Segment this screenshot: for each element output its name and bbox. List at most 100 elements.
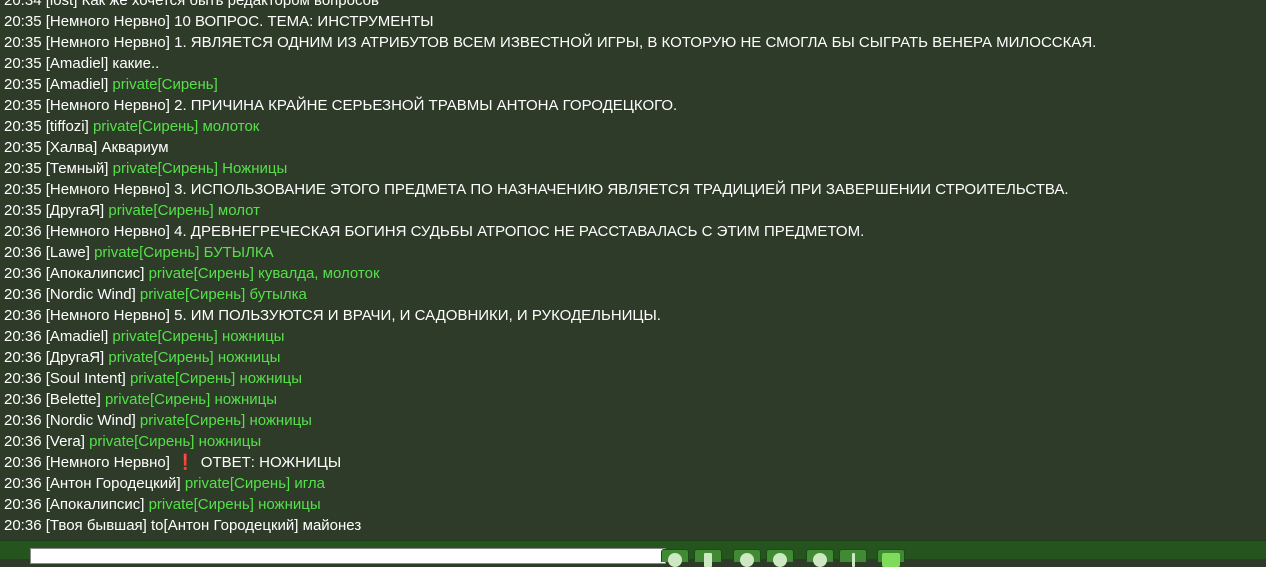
message-nick[interactable]: [Amadiel]: [46, 76, 109, 93]
message-time: 20:35: [4, 181, 42, 198]
chat-message: 20:36 [Belette] private[Сирень] ножницы: [0, 389, 1266, 410]
smiley-button[interactable]: [661, 549, 689, 567]
message-private: private[Сирень] ножницы: [89, 433, 262, 450]
message-nick[interactable]: [Soul Intent]: [46, 370, 126, 387]
refresh-button[interactable]: [766, 549, 794, 567]
chat-message: 20:36 [Немного Нервно] 5. ИМ ПОЛЬЗУЮТСЯ …: [0, 305, 1266, 326]
chat-message: 20:36 [Nordic Wind] private[Сирень] ножн…: [0, 410, 1266, 431]
message-nick[interactable]: [Lawe]: [46, 244, 90, 261]
message-nick[interactable]: [Немного Нервно]: [46, 223, 170, 240]
message-private: private[Сирень] ножницы: [148, 496, 321, 513]
message-time: 20:36: [4, 286, 42, 303]
message-text: какие..: [112, 55, 160, 72]
message-time: 20:36: [4, 328, 42, 345]
globe-icon: [740, 553, 754, 567]
message-private: private[Сирень] ножницы: [129, 370, 302, 387]
message-text: ОТВЕТ: НОЖНИЦЫ: [200, 454, 342, 471]
message-private: private[Сирень] БУТЫЛКА: [94, 244, 274, 261]
message-private: private[Сирень] молоток: [92, 118, 260, 135]
message-time: 20:36: [4, 244, 42, 261]
info-icon: [852, 553, 855, 567]
message-private: private[Сирень] Ножницы: [112, 160, 288, 177]
chat-message: 20:35 [Немного Нервно] 10 ВОПРОС. ТЕМА: …: [0, 11, 1266, 32]
message-recipient[interactable]: to[Антон Городецкий]: [151, 517, 298, 534]
message-time: 20:36: [4, 223, 42, 240]
message-nick[interactable]: [Халва]: [46, 139, 98, 156]
message-nick[interactable]: [Nordic Wind]: [46, 412, 136, 429]
message-nick[interactable]: [Nordic Wind]: [46, 286, 136, 303]
message-nick[interactable]: [Vera]: [46, 433, 85, 450]
chat-message: 20:35 [Немного Нервно] 2. ПРИЧИНА КРАЙНЕ…: [0, 95, 1266, 116]
message-time: 20:36: [4, 307, 42, 324]
message-nick[interactable]: [Немного Нервно]: [46, 181, 170, 198]
message-time: 20:35: [4, 13, 42, 30]
message-nick[interactable]: [Немного Нервно]: [46, 307, 170, 324]
message-nick[interactable]: [Немного Нервно]: [46, 13, 170, 30]
message-text: майонез: [302, 517, 362, 534]
message-nick[interactable]: [Апокалипсис]: [46, 496, 145, 513]
message-text: 5. ИМ ПОЛЬЗУЮТСЯ И ВРАЧИ, И САДОВНИКИ, И…: [174, 307, 661, 324]
chat-message: 20:36 [Немного Нервно] ❗ ОТВЕТ: НОЖНИЦЫ: [0, 452, 1266, 473]
message-time: 20:35: [4, 97, 42, 114]
chat-message: 20:36 [Soul Intent] private[Сирень] ножн…: [0, 368, 1266, 389]
chat-message: 20:35 [Amadiel] какие..: [0, 53, 1266, 74]
chat-message: 20:36 [Антон Городецкий] private[Сирень]…: [0, 473, 1266, 494]
message-time: 20:36: [4, 412, 42, 429]
message-nick[interactable]: [Темный]: [46, 160, 109, 177]
message-time: 20:35: [4, 118, 42, 135]
message-time: 20:34: [4, 0, 42, 9]
message-time: 20:36: [4, 349, 42, 366]
message-nick[interactable]: [lost]: [46, 0, 78, 9]
document-button[interactable]: [694, 549, 722, 567]
message-private: private[Сирень] ножницы: [108, 349, 281, 366]
message-nick[interactable]: [tiffozi]: [46, 118, 89, 135]
chat-message: 20:35 [ДругаЯ] private[Сирень] молот: [0, 200, 1266, 221]
message-text: 1. ЯВЛЯЕТСЯ ОДНИМ ИЗ АТРИБУТОВ ВСЕМ ИЗВЕ…: [174, 34, 1097, 51]
message-private: private[Сирень] ножницы: [112, 328, 285, 345]
message-time: 20:36: [4, 517, 42, 534]
message-nick[interactable]: [Немного Нервно]: [46, 97, 170, 114]
signal-meter-icon: [882, 553, 900, 567]
message-time: 20:36: [4, 370, 42, 387]
message-nick[interactable]: [Апокалипсис]: [46, 265, 145, 282]
chat-message: 20:35 [Немного Нервно] 1. ЯВЛЯЕТСЯ ОДНИМ…: [0, 32, 1266, 53]
document-icon: [704, 553, 712, 567]
chat-message: 20:35 [Amadiel] private[Сирень]: [0, 74, 1266, 95]
lock-button[interactable]: [806, 549, 834, 567]
message-text: 2. ПРИЧИНА КРАЙНЕ СЕРЬЕЗНОЙ ТРАВМЫ АНТОН…: [174, 97, 678, 114]
message-text: Как же хочется быть редактором вопросов: [81, 0, 379, 9]
message-time: 20:36: [4, 475, 42, 492]
message-nick[interactable]: [Amadiel]: [46, 55, 109, 72]
message-private: private[Сирень] игла: [184, 475, 325, 492]
message-private: private[Сирень] кувалда, молоток: [148, 265, 380, 282]
message-nick[interactable]: [ДругаЯ]: [46, 349, 104, 366]
message-nick[interactable]: [ДругаЯ]: [46, 202, 104, 219]
message-nick[interactable]: [Антон Городецкий]: [46, 475, 181, 492]
message-private: private[Сирень] бутылка: [139, 286, 307, 303]
message-time: 20:35: [4, 76, 42, 93]
globe-button[interactable]: [733, 549, 761, 567]
chat-message: 20:36 [Апокалипсис] private[Сирень] кува…: [0, 263, 1266, 284]
chat-message: 20:36 [Amadiel] private[Сирень] ножницы: [0, 326, 1266, 347]
chat-message: 20:36 [Lawe] private[Сирень] БУТЫЛКА: [0, 242, 1266, 263]
info-button[interactable]: [839, 549, 867, 567]
chat-message: 20:36 [Немного Нервно] 4. ДРЕВНЕГРЕЧЕСКА…: [0, 221, 1266, 242]
message-text: 4. ДРЕВНЕГРЕЧЕСКАЯ БОГИНЯ СУДЬБЫ АТРОПОС…: [174, 223, 865, 240]
message-text: Аквариум: [101, 139, 169, 156]
chat-log[interactable]: 20:34 [lost] Как же хочется быть редакто…: [0, 0, 1266, 540]
message-input[interactable]: [30, 548, 666, 564]
chat-message: 20:35 [tiffozi] private[Сирень] молоток: [0, 116, 1266, 137]
message-private: private[Сирень] ножницы: [104, 391, 277, 408]
message-time: 20:35: [4, 139, 42, 156]
message-nick[interactable]: [Твоя бывшая]: [46, 517, 147, 534]
message-nick[interactable]: [Belette]: [46, 391, 101, 408]
message-nick[interactable]: [Amadiel]: [46, 328, 109, 345]
message-nick[interactable]: [Немного Нервно]: [46, 454, 170, 471]
input-bar: [0, 540, 1266, 567]
signal-button[interactable]: [877, 549, 905, 567]
message-private: private[Сирень] молот: [108, 202, 261, 219]
message-nick[interactable]: [Немного Нервно]: [46, 34, 170, 51]
message-time: 20:35: [4, 202, 42, 219]
chat-message: 20:36 [Nordic Wind] private[Сирень] буты…: [0, 284, 1266, 305]
message-time: 20:36: [4, 454, 42, 471]
